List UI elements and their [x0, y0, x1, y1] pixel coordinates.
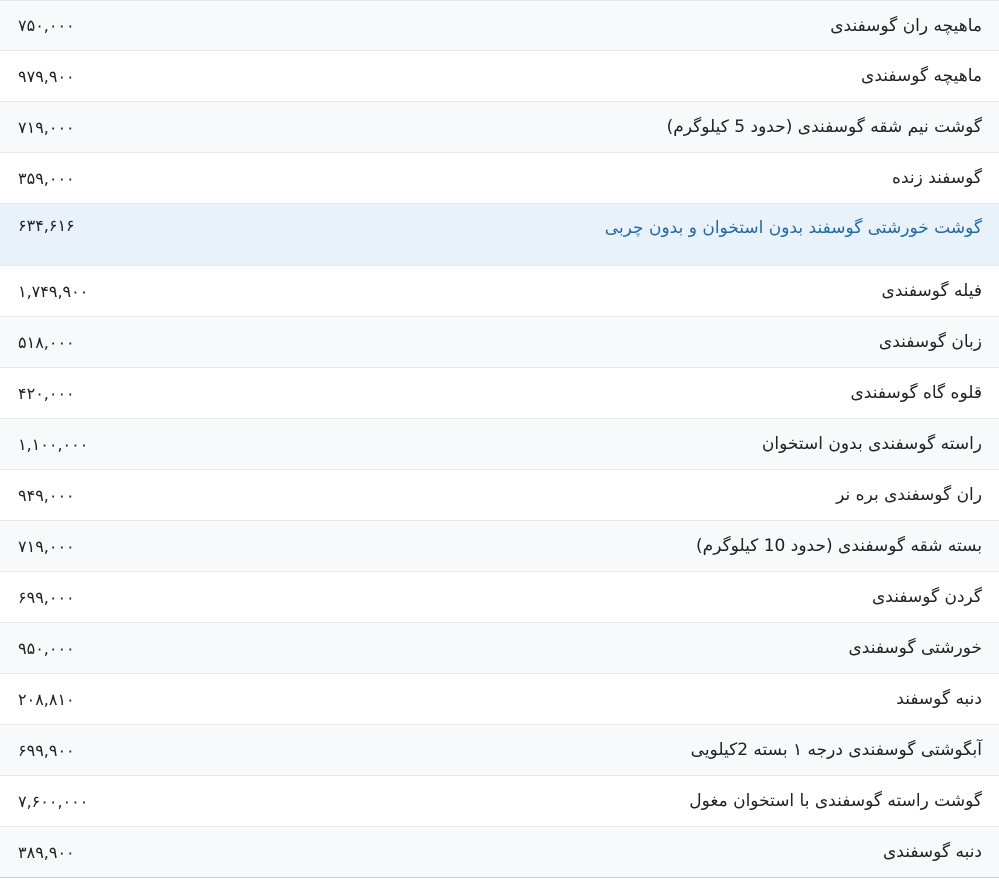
- table-row: گوسفند زنده ۳۵۹,۰۰۰: [0, 152, 999, 204]
- table-row: قلوه گاه گوسفندی ۴۲۰,۰۰۰: [0, 367, 999, 419]
- product-price: ۶۹۹,۰۰۰: [18, 587, 75, 607]
- product-name: راسته گوسفندی بدون استخوان: [761, 434, 982, 454]
- product-name: گردن گوسفندی: [871, 587, 982, 607]
- product-price: ۷۱۹,۰۰۰: [18, 117, 75, 137]
- product-price: ۳۵۹,۰۰۰: [18, 168, 75, 188]
- product-price: ۷۵۰,۰۰۰: [18, 16, 75, 35]
- product-price: ۷,۶۰۰,۰۰۰: [18, 791, 89, 811]
- product-price: ۹۵۰,۰۰۰: [18, 638, 75, 658]
- table-row: ماهیچه ران گوسفندی ۷۵۰,۰۰۰: [0, 0, 999, 51]
- table-row: فیله گوسفندی ۱,۷۴۹,۹۰۰: [0, 265, 999, 317]
- product-name: گوشت نیم شقه گوسفندی (حدود 5 کیلوگرم): [666, 117, 982, 137]
- table-row: ران گوسفندی بره نر ۹۴۹,۰۰۰: [0, 469, 999, 521]
- product-price: ۱,۷۴۹,۹۰۰: [18, 281, 89, 301]
- product-price: ۶۳۴,۶۱۶: [18, 216, 75, 235]
- product-name: گوسفند زنده: [892, 168, 982, 188]
- product-name: خورشتی گوسفندی: [848, 638, 982, 658]
- table-row: ماهیچه گوسفندی ۹۷۹,۹۰۰: [0, 50, 999, 102]
- product-price: ۷۱۹,۰۰۰: [18, 536, 75, 556]
- product-price: ۲۰۸,۸۱۰: [18, 689, 75, 709]
- table-row: خورشتی گوسفندی ۹۵۰,۰۰۰: [0, 622, 999, 674]
- table-row: گردن گوسفندی ۶۹۹,۰۰۰: [0, 571, 999, 623]
- product-name: دنبه گوسفندی: [882, 842, 982, 862]
- product-name: فیله گوسفندی: [881, 281, 982, 301]
- table-row: آبگوشتی گوسفندی درجه ۱ بسته 2کیلویی ۶۹۹,…: [0, 724, 999, 776]
- table-row: دنبه گوسفند ۲۰۸,۸۱۰: [0, 673, 999, 725]
- table-row: راسته گوسفندی بدون استخوان ۱,۱۰۰,۰۰۰: [0, 418, 999, 470]
- price-table: ماهیچه ران گوسفندی ۷۵۰,۰۰۰ ماهیچه گوسفند…: [0, 0, 999, 878]
- table-row: زبان گوسفندی ۵۱۸,۰۰۰: [0, 316, 999, 368]
- product-name: آبگوشتی گوسفندی درجه ۱ بسته 2کیلویی: [690, 740, 982, 760]
- table-row-highlighted[interactable]: گوشت خورشتی گوسفند بدون استخوان و بدون چ…: [0, 203, 999, 266]
- table-row: گوشت راسته گوسفندی با استخوان مغول ۷,۶۰۰…: [0, 775, 999, 827]
- product-name: دنبه گوسفند: [896, 689, 982, 709]
- product-price: ۳۸۹,۹۰۰: [18, 842, 75, 862]
- product-price: ۱,۱۰۰,۰۰۰: [18, 434, 89, 454]
- product-price: ۴۲۰,۰۰۰: [18, 383, 75, 403]
- product-price: ۶۹۹,۹۰۰: [18, 740, 75, 760]
- product-name: بسته شقه گوسفندی (حدود 10 کیلوگرم): [696, 536, 982, 556]
- table-row: گوشت نیم شقه گوسفندی (حدود 5 کیلوگرم) ۷۱…: [0, 101, 999, 153]
- product-name: ماهیچه گوسفندی: [861, 66, 982, 86]
- table-row: دنبه گوسفندی ۳۸۹,۹۰۰: [0, 826, 999, 878]
- table-row: بسته شقه گوسفندی (حدود 10 کیلوگرم) ۷۱۹,۰…: [0, 520, 999, 572]
- product-price: ۹۴۹,۰۰۰: [18, 485, 75, 505]
- product-name-link[interactable]: گوشت خورشتی گوسفند بدون استخوان و بدون چ…: [278, 204, 999, 266]
- product-name: ماهیچه ران گوسفندی: [830, 15, 982, 36]
- product-price: ۵۱۸,۰۰۰: [18, 332, 75, 352]
- product-name: ران گوسفندی بره نر: [836, 485, 982, 505]
- product-name: گوشت راسته گوسفندی با استخوان مغول: [689, 791, 982, 811]
- product-name: زبان گوسفندی: [878, 332, 982, 352]
- product-name: قلوه گاه گوسفندی: [850, 383, 982, 403]
- product-price: ۹۷۹,۹۰۰: [18, 66, 75, 86]
